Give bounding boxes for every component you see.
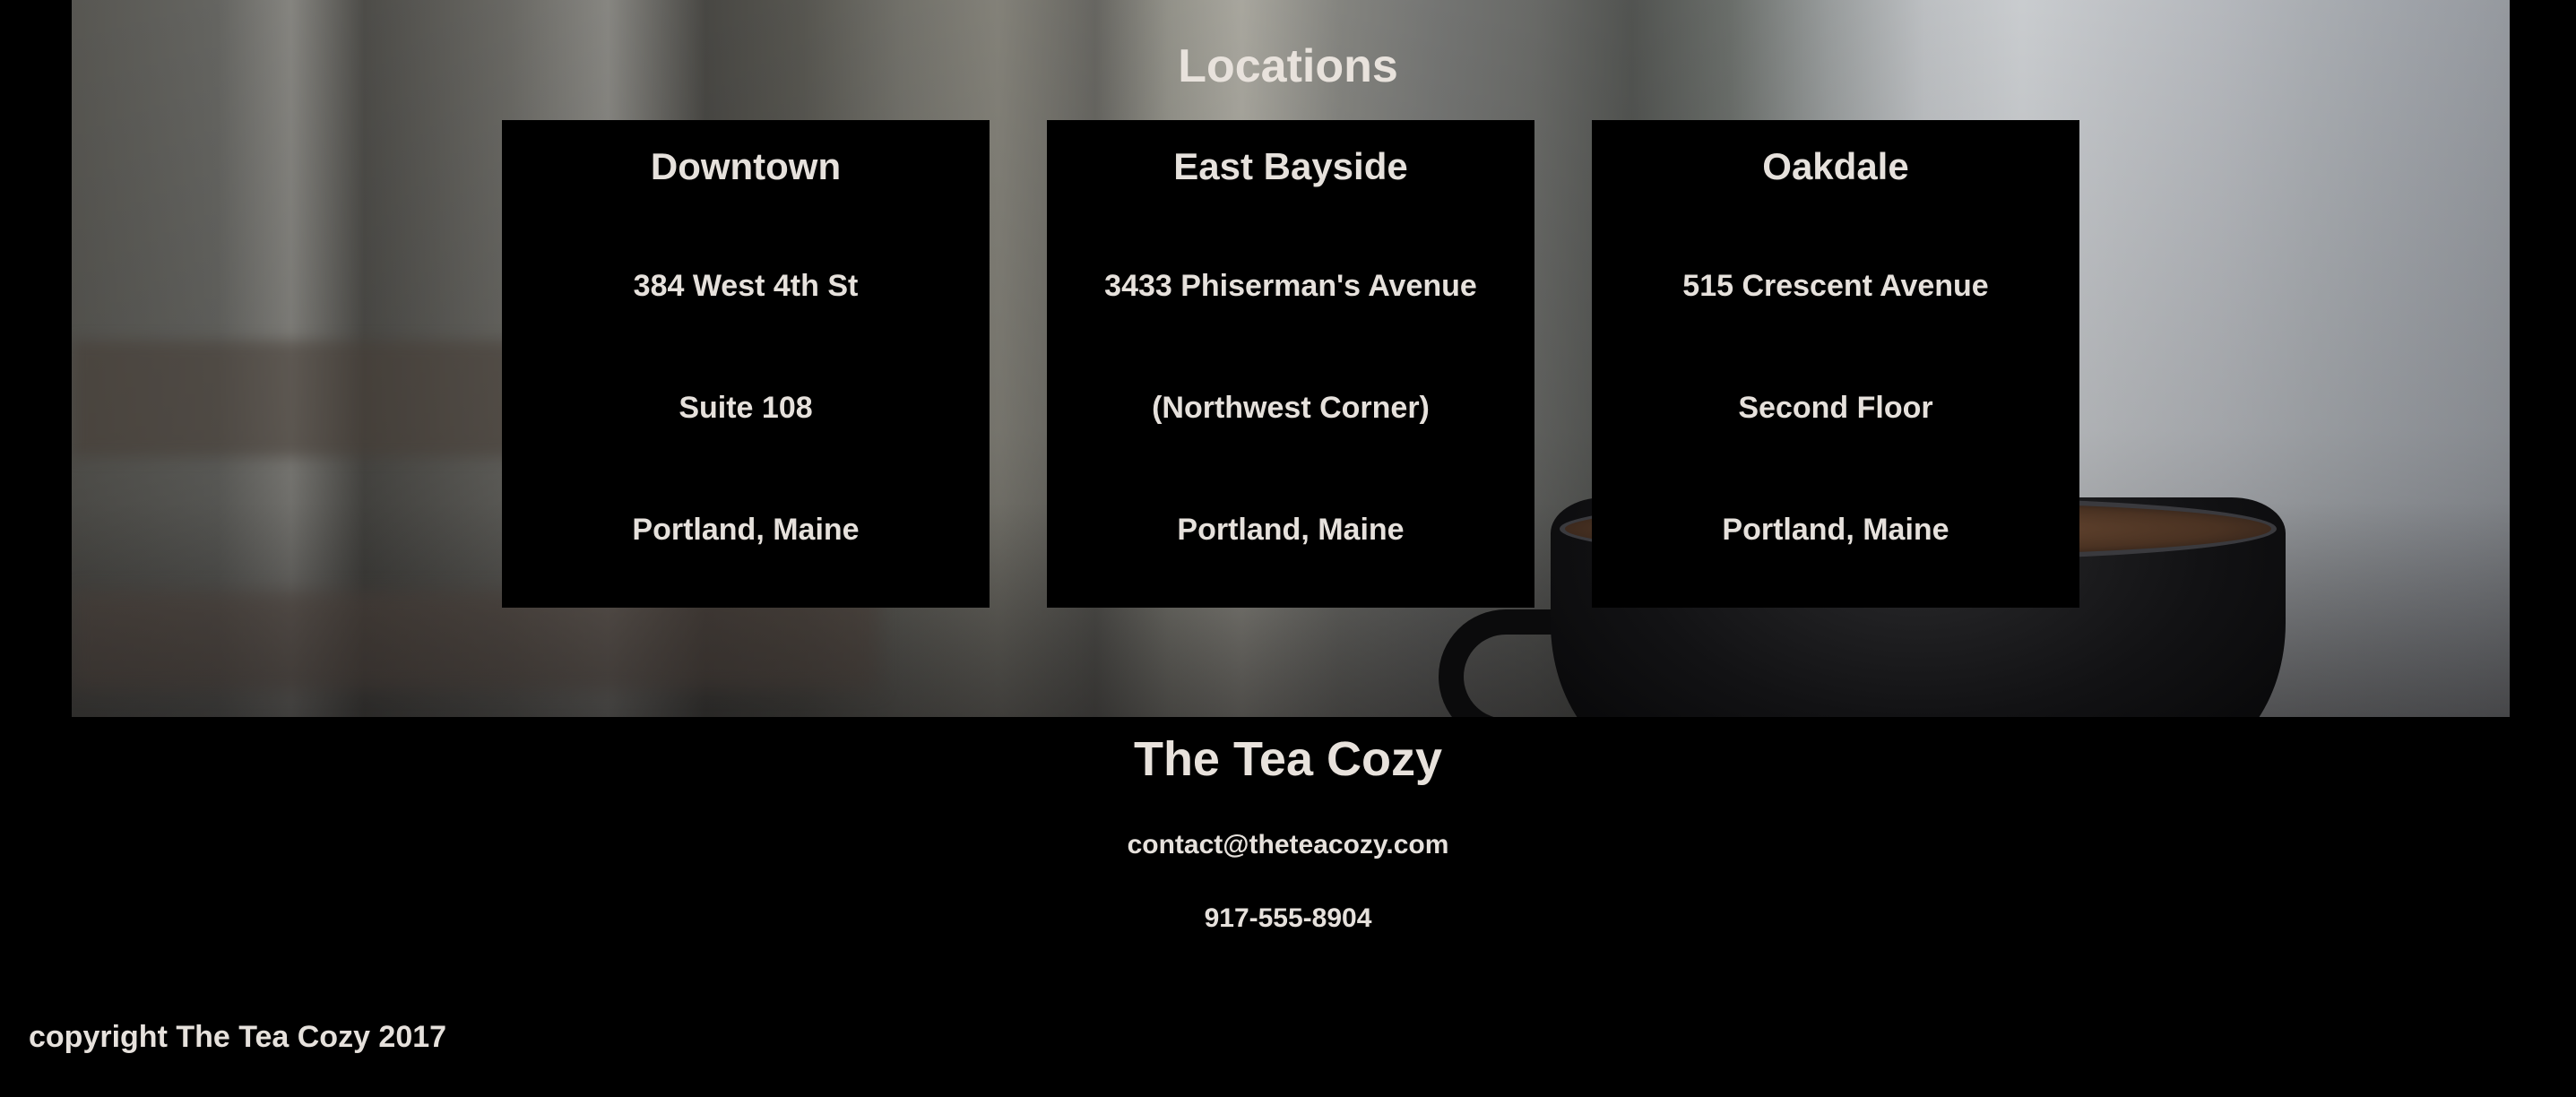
location-card-oakdale: Oakdale 515 Crescent Avenue Second Floor… [1592, 120, 2079, 608]
location-city: Portland, Maine [1177, 513, 1405, 547]
contact-phone: 917-555-8904 [1204, 903, 1372, 933]
location-address-line: (Northwest Corner) [1152, 391, 1430, 425]
location-name: Oakdale [1762, 145, 1909, 187]
location-city: Portland, Maine [1722, 513, 1949, 547]
location-cards: Downtown 384 West 4th St Suite 108 Portl… [502, 120, 2079, 608]
copyright-notice: copyright The Tea Cozy 2017 [29, 1020, 447, 1054]
location-address-line: 515 Crescent Avenue [1682, 269, 1989, 303]
location-name: East Bayside [1173, 145, 1408, 187]
location-address-line: 384 West 4th St [633, 269, 859, 303]
location-address-line: 3433 Phiserman's Avenue [1104, 269, 1477, 303]
location-address-line: Suite 108 [679, 391, 813, 425]
contact-email: contact@theteacozy.com [0, 830, 2576, 860]
location-address-line: Second Floor [1738, 391, 1933, 425]
locations-heading: Locations [1178, 40, 1398, 92]
location-card-downtown: Downtown 384 West 4th St Suite 108 Portl… [502, 120, 990, 608]
location-city: Portland, Maine [632, 513, 860, 547]
location-name: Downtown [650, 145, 842, 187]
location-card-east-bayside: East Bayside 3433 Phiserman's Avenue (No… [1047, 120, 1534, 608]
footer-brand-name: The Tea Cozy [1133, 732, 1443, 786]
page: Locations Downtown 384 West 4th St Suite… [0, 0, 2576, 1097]
contact-email-link[interactable]: contact@theteacozy.com [1128, 830, 1449, 859]
